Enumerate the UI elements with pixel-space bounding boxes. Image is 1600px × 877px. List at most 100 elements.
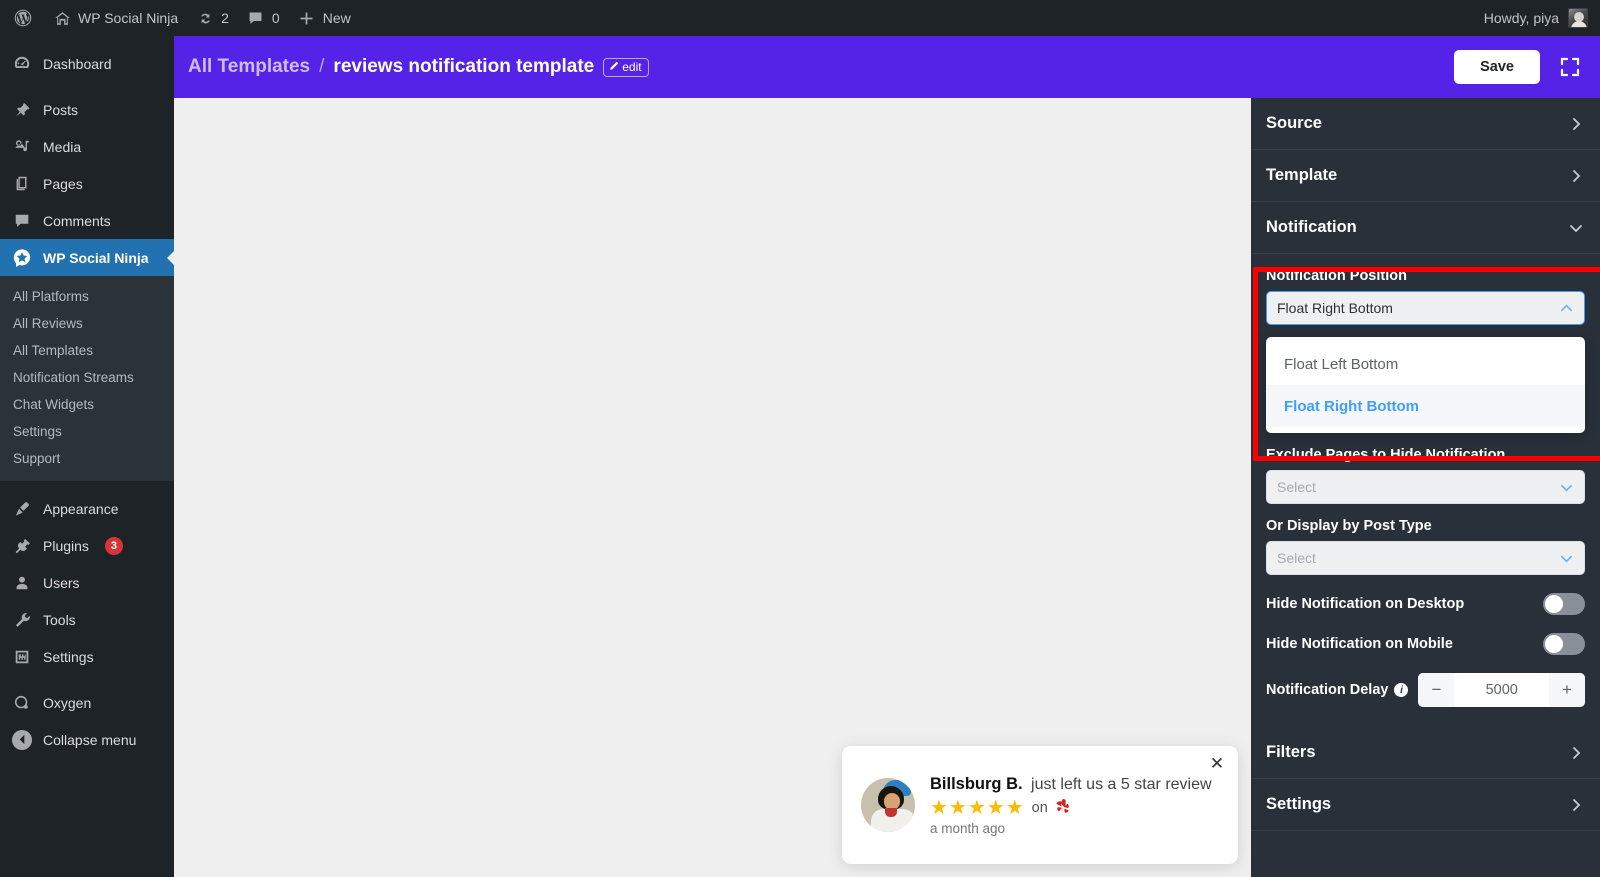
review-timestamp: a month ago [930, 820, 1006, 836]
sidebar-item-wp-social-ninja[interactable]: WP Social Ninja [0, 239, 174, 276]
post-type-select[interactable]: Select [1266, 541, 1585, 575]
save-button[interactable]: Save [1454, 50, 1540, 84]
sidebar-item-comments[interactable]: Comments [0, 202, 174, 239]
sidebar-item-media[interactable]: Media [0, 128, 174, 165]
accordion-notification[interactable]: Notification [1251, 202, 1600, 254]
user-icon [12, 573, 32, 593]
settings-panel: Source Template Notification Notificatio… [1251, 98, 1600, 877]
wordpress-logo-menu[interactable] [0, 0, 44, 36]
notification-delay-text: Notification Delay [1266, 682, 1389, 698]
comments-menu[interactable]: 0 [238, 0, 289, 36]
edit-template-name-button[interactable]: edit [603, 57, 649, 77]
sidebar-item-settings[interactable]: Settings [0, 638, 174, 675]
submenu-item-notification-streams[interactable]: Notification Streams [0, 364, 174, 391]
submenu-item-settings[interactable]: Settings [0, 418, 174, 445]
breadcrumb-current-template: reviews notification template [333, 56, 595, 77]
collapse-menu-button[interactable]: Collapse menu [0, 721, 174, 758]
wp-social-ninja-submenu: All Platforms All Reviews All Templates … [0, 276, 174, 481]
chevron-down-icon [1559, 551, 1574, 566]
accordion-source[interactable]: Source [1251, 98, 1600, 150]
sidebar-item-label: Comments [43, 212, 111, 229]
submenu-item-support[interactable]: Support [0, 445, 174, 472]
exclude-pages-select[interactable]: Select [1266, 470, 1585, 504]
site-name-label: WP Social Ninja [78, 10, 179, 26]
rating-row: ★★★★★ on [930, 798, 1220, 818]
sidebar-item-plugins[interactable]: Plugins 3 [0, 527, 174, 564]
sidebar-item-label: Plugins [43, 537, 89, 554]
exclude-pages-placeholder: Select [1277, 479, 1316, 495]
updates-menu[interactable]: 2 [187, 0, 238, 36]
chevron-right-icon [1568, 745, 1584, 761]
accordion-notification-label: Notification [1266, 218, 1357, 236]
hide-desktop-toggle[interactable] [1543, 593, 1585, 615]
sidebar-item-label: Settings [43, 648, 94, 665]
close-icon[interactable]: ✕ [1208, 755, 1226, 773]
chevron-right-icon [1568, 797, 1584, 813]
updates-icon [196, 9, 214, 27]
home-icon [53, 9, 71, 27]
accordion-settings[interactable]: Settings [1251, 779, 1600, 831]
accordion-filters-label: Filters [1266, 743, 1316, 761]
fullscreen-icon[interactable] [1558, 55, 1582, 79]
sidebar-item-tools[interactable]: Tools [0, 601, 174, 638]
wp-admin-bar: WP Social Ninja 2 0 New Howdy, piya [0, 0, 1600, 36]
notification-position-label: Notification Position [1266, 268, 1407, 284]
oxygen-icon [12, 693, 32, 713]
dropdown-option-float-left-bottom[interactable]: Float Left Bottom [1266, 343, 1585, 385]
comment-icon [247, 9, 265, 27]
notification-delay-stepper[interactable]: − 5000 + [1418, 673, 1585, 707]
breadcrumb-separator: / [319, 56, 325, 77]
sidebar-item-oxygen[interactable]: Oxygen [0, 684, 174, 721]
new-content-menu[interactable]: New [289, 0, 360, 36]
sidebar-item-label: Posts [43, 101, 79, 118]
collapse-menu-label: Collapse menu [43, 731, 137, 748]
account-menu[interactable]: Howdy, piya [1484, 8, 1600, 28]
exclude-pages-label: Exclude Pages to Hide Notification [1266, 447, 1506, 463]
delay-value[interactable]: 5000 [1454, 673, 1549, 707]
notification-preview-card[interactable]: Billsburg B. just left us a 5 star revie… [842, 746, 1238, 864]
submenu-item-all-templates[interactable]: All Templates [0, 337, 174, 364]
accordion-settings-label: Settings [1266, 795, 1332, 813]
site-name-menu[interactable]: WP Social Ninja [44, 0, 187, 36]
sidebar-item-label: Tools [43, 611, 76, 628]
accordion-template-label: Template [1266, 166, 1338, 184]
info-icon[interactable]: i [1394, 683, 1409, 697]
settings-icon [12, 647, 32, 667]
hide-mobile-toggle[interactable] [1543, 633, 1585, 655]
comment-icon [12, 211, 32, 231]
delay-increment-button[interactable]: + [1549, 673, 1585, 707]
notification-position-dropdown[interactable]: Float Left Bottom Float Right Bottom [1266, 337, 1585, 433]
pencil-icon [609, 60, 619, 74]
submenu-item-all-platforms[interactable]: All Platforms [0, 283, 174, 310]
sidebar-item-users[interactable]: Users [0, 564, 174, 601]
pages-icon [12, 174, 32, 194]
sidebar-item-appearance[interactable]: Appearance [0, 490, 174, 527]
accordion-template[interactable]: Template [1251, 150, 1600, 202]
sidebar-item-posts[interactable]: Posts [0, 91, 174, 128]
submenu-item-chat-widgets[interactable]: Chat Widgets [0, 391, 174, 418]
breadcrumb-all-templates[interactable]: All Templates [188, 56, 310, 78]
chevron-right-icon [1568, 168, 1584, 184]
notification-position-select[interactable]: Float Right Bottom [1266, 291, 1585, 325]
delay-decrement-button[interactable]: − [1418, 673, 1455, 707]
template-editor-header: All Templates / reviews notification tem… [174, 36, 1600, 98]
plug-icon [12, 536, 32, 556]
avatar [1568, 8, 1588, 28]
yelp-icon [1055, 799, 1071, 816]
dashboard-icon [12, 54, 32, 74]
dropdown-option-float-right-bottom[interactable]: Float Right Bottom [1266, 385, 1585, 427]
sidebar-item-dashboard[interactable]: Dashboard [0, 45, 174, 82]
notification-settings-body: Notification Position Float Right Bottom… [1251, 268, 1600, 707]
brush-icon [12, 499, 32, 519]
header-actions: Save [1454, 50, 1582, 84]
sidebar-item-pages[interactable]: Pages [0, 165, 174, 202]
chevron-down-icon [1559, 480, 1574, 495]
sidebar-item-label: Users [43, 574, 80, 591]
submenu-item-all-reviews[interactable]: All Reviews [0, 310, 174, 337]
comments-count: 0 [271, 10, 280, 26]
accordion-filters[interactable]: Filters [1251, 727, 1600, 779]
chevron-right-icon [1568, 116, 1584, 132]
sidebar-item-label: Oxygen [43, 694, 92, 711]
